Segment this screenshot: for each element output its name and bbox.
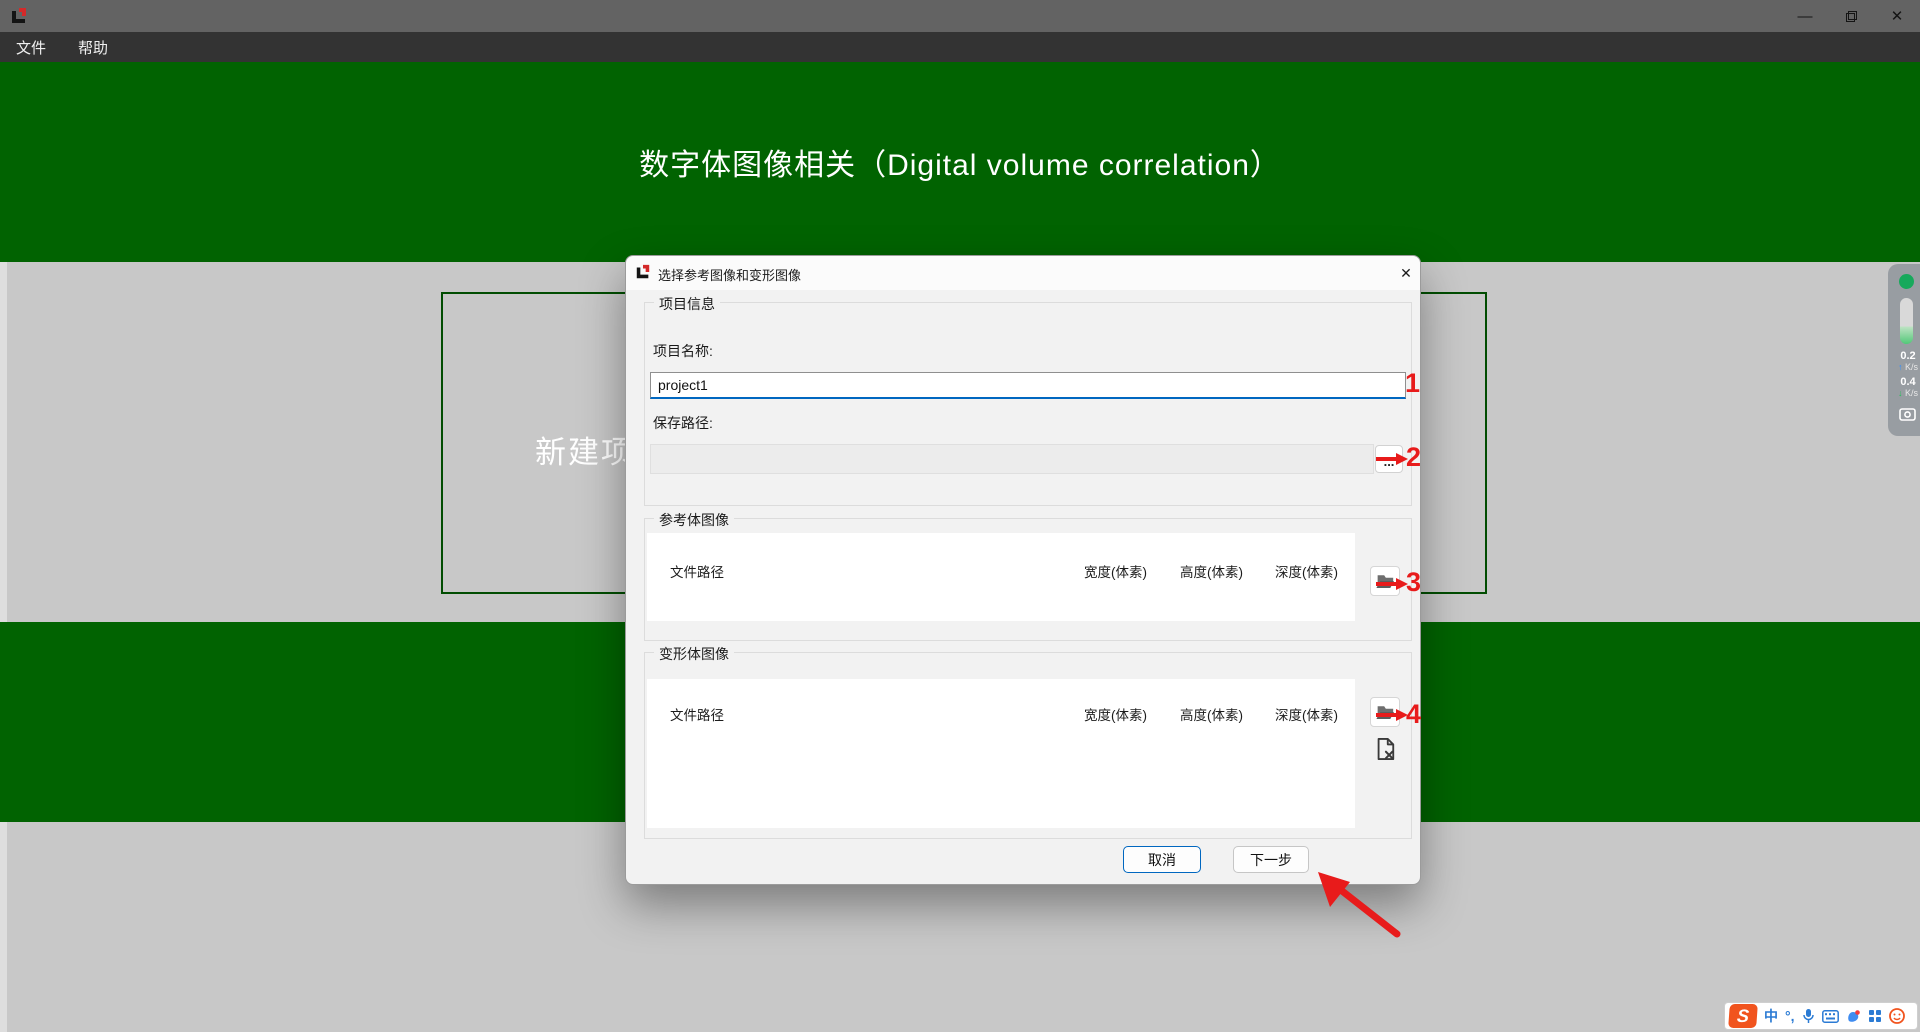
- apps-grid-icon[interactable]: [1868, 1009, 1882, 1023]
- screen: — ✕ 文件 帮助 数字体图像相关（Digital volume correla…: [0, 0, 1920, 1032]
- deformed-image-group: 变形体图像 文件路径 宽度(体素) 高度(体素) 深度(体素): [644, 652, 1412, 839]
- file-remove-icon: [1374, 737, 1396, 761]
- left-edge-strip: [0, 262, 7, 622]
- window-controls: — ✕: [1782, 0, 1920, 32]
- ime-punctuation-toggle[interactable]: °,: [1785, 1008, 1795, 1024]
- column-header-depth: 深度(体素): [1275, 704, 1338, 724]
- cancel-button[interactable]: 取消: [1123, 846, 1201, 873]
- annotation-number-1: 1: [1405, 370, 1420, 397]
- annotation-arrow-next: [1305, 860, 1415, 945]
- project-name-input[interactable]: [650, 372, 1406, 399]
- annotation-arrow-2: [1374, 452, 1410, 466]
- dialog-titlebar: 选择参考图像和变形图像 ✕: [626, 256, 1420, 290]
- column-header-depth: 深度(体素): [1275, 561, 1338, 581]
- remove-deformed-file-button[interactable]: [1370, 734, 1400, 764]
- annotation-arrow-4: [1374, 708, 1410, 722]
- skin-palette-icon[interactable]: [1846, 1009, 1861, 1024]
- reference-image-table[interactable]: 文件路径 宽度(体素) 高度(体素) 深度(体素): [647, 533, 1355, 621]
- down-arrow-icon: ↓: [1898, 388, 1903, 398]
- page-title: 数字体图像相关（Digital volume correlation）: [0, 140, 1920, 184]
- dialog-title: 选择参考图像和变形图像: [658, 265, 801, 284]
- save-path-label: 保存路径:: [653, 413, 713, 433]
- microphone-icon[interactable]: [1802, 1008, 1815, 1024]
- maximize-button[interactable]: [1828, 0, 1874, 32]
- app-logo-icon: [10, 7, 28, 25]
- download-speed-value: 0.4: [1888, 376, 1920, 388]
- annotation-number-4: 4: [1406, 701, 1421, 728]
- project-name-label: 项目名称:: [653, 341, 713, 361]
- minimize-button[interactable]: —: [1782, 0, 1828, 32]
- menu-file[interactable]: 文件: [0, 32, 62, 62]
- project-info-legend: 项目信息: [654, 294, 720, 314]
- sogou-logo-icon[interactable]: S: [1728, 1004, 1758, 1028]
- up-arrow-icon: ↑: [1898, 362, 1903, 372]
- save-path-input[interactable]: [650, 444, 1374, 474]
- widget-slider[interactable]: [1900, 298, 1913, 344]
- menu-bar: 文件 帮助: [0, 32, 1920, 62]
- upload-speed-value: 0.2: [1888, 350, 1920, 362]
- deformed-image-table[interactable]: 文件路径 宽度(体素) 高度(体素) 深度(体素): [647, 679, 1355, 828]
- maximize-icon: [1846, 11, 1857, 22]
- left-edge-strip: [0, 822, 7, 1032]
- column-header-filepath: 文件路径: [670, 561, 724, 581]
- next-button[interactable]: 下一步: [1233, 846, 1309, 873]
- close-button[interactable]: ✕: [1874, 0, 1920, 32]
- ime-mode-chinese[interactable]: 中: [1764, 1006, 1778, 1026]
- reference-image-legend: 参考体图像: [654, 510, 734, 530]
- annotation-arrow-3: [1374, 577, 1410, 591]
- project-info-group: 项目信息 项目名称: 保存路径: ...: [644, 302, 1412, 506]
- upload-speed-unit: ↑ K/s: [1888, 362, 1920, 372]
- deformed-image-legend: 变形体图像: [654, 644, 734, 664]
- column-header-width: 宽度(体素): [1084, 561, 1147, 581]
- net-speed-widget[interactable]: 0.2 ↑ K/s 0.4 ↓ K/s: [1888, 264, 1920, 436]
- column-header-width: 宽度(体素): [1084, 704, 1147, 724]
- window-titlebar: — ✕: [0, 0, 1920, 32]
- download-speed-unit: ↓ K/s: [1888, 388, 1920, 398]
- emoji-icon[interactable]: [1889, 1008, 1905, 1024]
- reference-image-group: 参考体图像 文件路径 宽度(体素) 高度(体素) 深度(体素): [644, 518, 1412, 641]
- column-header-filepath: 文件路径: [670, 704, 724, 724]
- screenshot-camera-icon[interactable]: [1899, 406, 1916, 421]
- menu-help[interactable]: 帮助: [62, 32, 124, 62]
- annotation-number-2: 2: [1406, 444, 1421, 471]
- column-header-height: 高度(体素): [1180, 561, 1243, 581]
- dialog-close-button[interactable]: ✕: [1392, 258, 1420, 288]
- column-header-height: 高度(体素): [1180, 704, 1243, 724]
- annotation-number-3: 3: [1406, 569, 1421, 596]
- ime-toolbar: S 中 °,: [1724, 1002, 1918, 1030]
- dialog-logo-icon: [635, 264, 651, 280]
- keyboard-icon[interactable]: [1822, 1010, 1839, 1023]
- select-images-dialog: 选择参考图像和变形图像 ✕ 项目信息 项目名称: 保存路径: ... 参考体图像…: [625, 255, 1421, 885]
- status-dot-icon: [1899, 274, 1914, 289]
